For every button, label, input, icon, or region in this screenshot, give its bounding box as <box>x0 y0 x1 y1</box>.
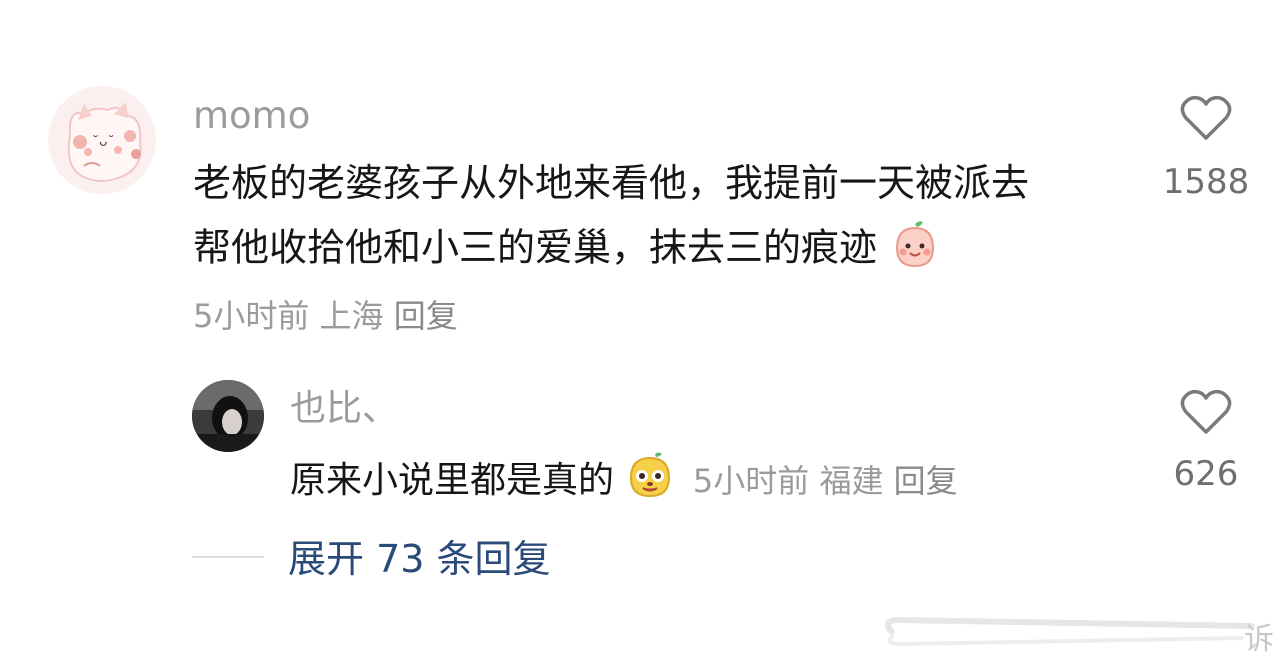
cat-avatar-icon: ˘ᴗ˘ <box>48 86 156 194</box>
comment-time: 5小时前 <box>193 297 310 335</box>
comment-text-line-1: 老板的老婆孩子从外地来看他，我提前一天被派去 <box>193 161 1030 205</box>
reply-time: 5小时前 <box>692 462 810 500</box>
reply-text-line: 原来小说里都是真的 5小时前 福建 回复 <box>290 450 958 514</box>
replier-avatar[interactable] <box>192 380 264 452</box>
replier-username[interactable]: 也比、 <box>290 386 398 432</box>
commenter-username[interactable]: momo <box>193 92 310 140</box>
reply-text: 原来小说里都是真的 <box>290 460 615 501</box>
person-avatar-icon <box>192 380 264 452</box>
comment-like-button[interactable] <box>1180 94 1232 142</box>
heart-outline-icon <box>1180 95 1232 140</box>
comment-text-line-2: 帮他收拾他和小三的爱巢，抹去三的痕迹 <box>193 218 941 282</box>
yellow-dog-emoji-icon <box>625 450 675 514</box>
expand-replies-button[interactable]: 展开 73 条回复 <box>288 534 551 584</box>
comment-reply-button[interactable]: 回复 <box>394 297 458 335</box>
heart-outline-icon <box>1180 389 1232 434</box>
svg-text:˘ᴗ˘: ˘ᴗ˘ <box>92 134 115 150</box>
comment-like-count: 1588 <box>1162 162 1250 202</box>
comment-meta: 5小时前 上海 回复 <box>193 294 458 338</box>
comment-location: 上海 <box>319 297 384 335</box>
reply-meta: 5小时前 福建 回复 <box>693 462 958 500</box>
reply-like-count: 626 <box>1173 454 1239 494</box>
reply-reply-button[interactable]: 回复 <box>894 462 958 500</box>
expand-divider <box>192 556 264 558</box>
reply-like-button[interactable] <box>1180 388 1232 436</box>
smiling-peach-emoji-icon <box>889 218 941 282</box>
watermark: 诉 <box>872 612 1274 657</box>
commenter-avatar[interactable]: ˘ᴗ˘ <box>48 86 156 194</box>
reply-location: 福建 <box>819 462 884 500</box>
watermark-swoosh-icon <box>884 616 1255 647</box>
comment-text-line-2-content: 帮他收拾他和小三的爱巢，抹去三的痕迹 <box>193 225 878 270</box>
watermark-text: 诉 <box>1244 622 1274 657</box>
